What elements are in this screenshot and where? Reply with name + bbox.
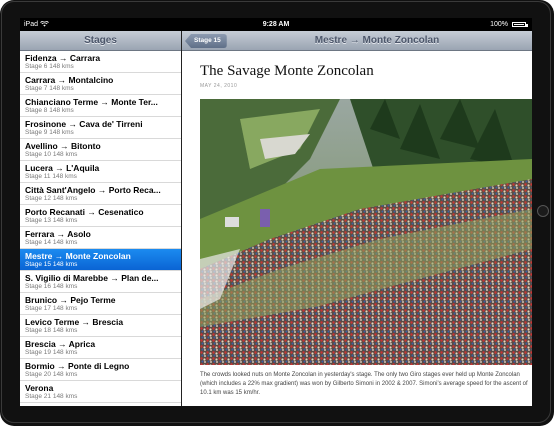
race-photo bbox=[200, 99, 532, 365]
status-bar: iPad 9:28 AM 100% bbox=[20, 18, 532, 31]
stage-row[interactable]: Chianciano Terme → Monte Ter... Stage 8 1… bbox=[20, 95, 181, 117]
stage-row[interactable]: Mestre → Monte Zoncolan Stage 15 148 kms bbox=[20, 249, 181, 271]
article-caption: The crowds looked nuts on Monte Zoncolan… bbox=[200, 372, 528, 396]
stage-route: Porto Recanati → Cesenatico bbox=[25, 207, 144, 217]
stage-distance: Stage 21 148 kms bbox=[25, 393, 78, 400]
stage-route: Verona bbox=[25, 383, 54, 393]
stage-route: Carrara → Montalcino bbox=[25, 75, 114, 85]
status-time: 9:28 AM bbox=[262, 21, 290, 28]
stage-distance: Stage 18 148 kms bbox=[25, 327, 78, 334]
stage-distance: Stage 13 148 kms bbox=[25, 217, 78, 224]
battery-icon bbox=[512, 22, 528, 27]
stage-route: Brunico → Pejo Terme bbox=[25, 295, 116, 305]
stage-row[interactable]: Brunico → Pejo Terme Stage 17 148 kms bbox=[20, 293, 181, 315]
stage-distance: Stage 19 148 kms bbox=[25, 349, 78, 356]
stage-list: Fidenza → Carrara Stage 6 148 kms Carrara … bbox=[20, 51, 181, 403]
stage-distance: Stage 14 148 kms bbox=[25, 239, 78, 246]
stage-route: Mestre → Monte Zoncolan bbox=[25, 251, 131, 261]
stage-route: Bormio → Ponte di Legno bbox=[25, 361, 130, 371]
stage-route: Fidenza → Carrara bbox=[25, 53, 101, 63]
stages-panel: Stages Fidenza → Carrara Stage 6 148 kms C… bbox=[20, 31, 181, 406]
stage-distance: Stage 9 148 kms bbox=[25, 129, 74, 136]
stage-route: Lucera → L'Aquila bbox=[25, 163, 100, 173]
stages-title: Stages bbox=[84, 35, 117, 46]
stage-row[interactable]: Lucera → L'Aquila Stage 11 148 kms bbox=[20, 161, 181, 183]
stage-distance: Stage 10 148 kms bbox=[25, 151, 78, 158]
stage-distance: Stage 6 148 kms bbox=[25, 63, 74, 70]
stage-row[interactable]: Città Sant'Angelo → Porto Reca... Stage 1… bbox=[20, 183, 181, 205]
ipad-device: iPad 9:28 AM 100% Stages Fidenza → Carra… bbox=[0, 0, 554, 426]
stage-route: Chianciano Terme → Monte Ter... bbox=[25, 97, 158, 107]
stages-navbar: Stages bbox=[20, 31, 181, 51]
home-button[interactable] bbox=[537, 205, 549, 217]
article-title: The Savage Monte Zoncolan bbox=[200, 63, 374, 79]
stage-distance: Stage 7 148 kms bbox=[25, 85, 74, 92]
detail-title: Mestre → Monte Zoncolan bbox=[314, 35, 440, 46]
stage-row[interactable]: S. Vigilio di Marebbe → Plan de... Stage … bbox=[20, 271, 181, 293]
stage-distance: Stage 11 148 kms bbox=[25, 173, 77, 180]
stage-route: Frosinone → Cava de' Tirreni bbox=[25, 119, 143, 129]
stage-route: Città Sant'Angelo → Porto Reca... bbox=[25, 185, 161, 195]
stage-route: Levico Terme → Brescia bbox=[25, 317, 124, 327]
stage-distance: Stage 15 148 kms bbox=[25, 261, 78, 268]
stage-distance: Stage 17 148 kms bbox=[25, 305, 78, 312]
stage-row[interactable]: Verona Stage 21 148 kms bbox=[20, 381, 181, 403]
detail-navbar: Stage 15 Mestre → Monte Zoncolan bbox=[182, 31, 532, 51]
stage-route: Ferrara → Asolo bbox=[25, 229, 91, 239]
back-button[interactable]: Stage 15 bbox=[185, 34, 227, 48]
stage-row[interactable]: Bormio → Ponte di Legno Stage 20 148 kms bbox=[20, 359, 181, 381]
stage-row[interactable]: Frosinone → Cava de' Tirreni Stage 9 148 … bbox=[20, 117, 181, 139]
battery-percent: 100% bbox=[490, 21, 508, 28]
article-date: MAY 24, 2010 bbox=[200, 83, 238, 89]
stage-row[interactable]: Ferrara → Asolo Stage 14 148 kms bbox=[20, 227, 181, 249]
stage-route: S. Vigilio di Marebbe → Plan de... bbox=[25, 273, 159, 283]
stage-row[interactable]: Brescia → Aprica Stage 19 148 kms bbox=[20, 337, 181, 359]
stage-distance: Stage 12 148 kms bbox=[25, 195, 78, 202]
stage-row[interactable]: Carrara → Montalcino Stage 7 148 kms bbox=[20, 73, 181, 95]
stage-distance: Stage 16 148 kms bbox=[25, 283, 78, 290]
stage-row[interactable]: Fidenza → Carrara Stage 6 148 kms bbox=[20, 51, 181, 73]
stage-route: Brescia → Aprica bbox=[25, 339, 96, 349]
stage-route: Avellino → Bitonto bbox=[25, 141, 101, 151]
screen: iPad 9:28 AM 100% Stages Fidenza → Carra… bbox=[20, 18, 532, 406]
stage-distance: Stage 20 148 kms bbox=[25, 371, 78, 378]
detail-panel: Stage 15 Mestre → Monte Zoncolan The Sav… bbox=[182, 31, 532, 406]
stage-row[interactable]: Porto Recanati → Cesenatico Stage 13 148 … bbox=[20, 205, 181, 227]
article-webview[interactable]: The Savage Monte Zoncolan MAY 24, 2010 T… bbox=[182, 51, 532, 406]
stage-distance: Stage 8 148 kms bbox=[25, 107, 74, 114]
mountain-crowd-image bbox=[200, 99, 532, 365]
stage-row[interactable]: Avellino → Bitonto Stage 10 148 kms bbox=[20, 139, 181, 161]
stage-row[interactable]: Levico Terme → Brescia Stage 18 148 kms bbox=[20, 315, 181, 337]
